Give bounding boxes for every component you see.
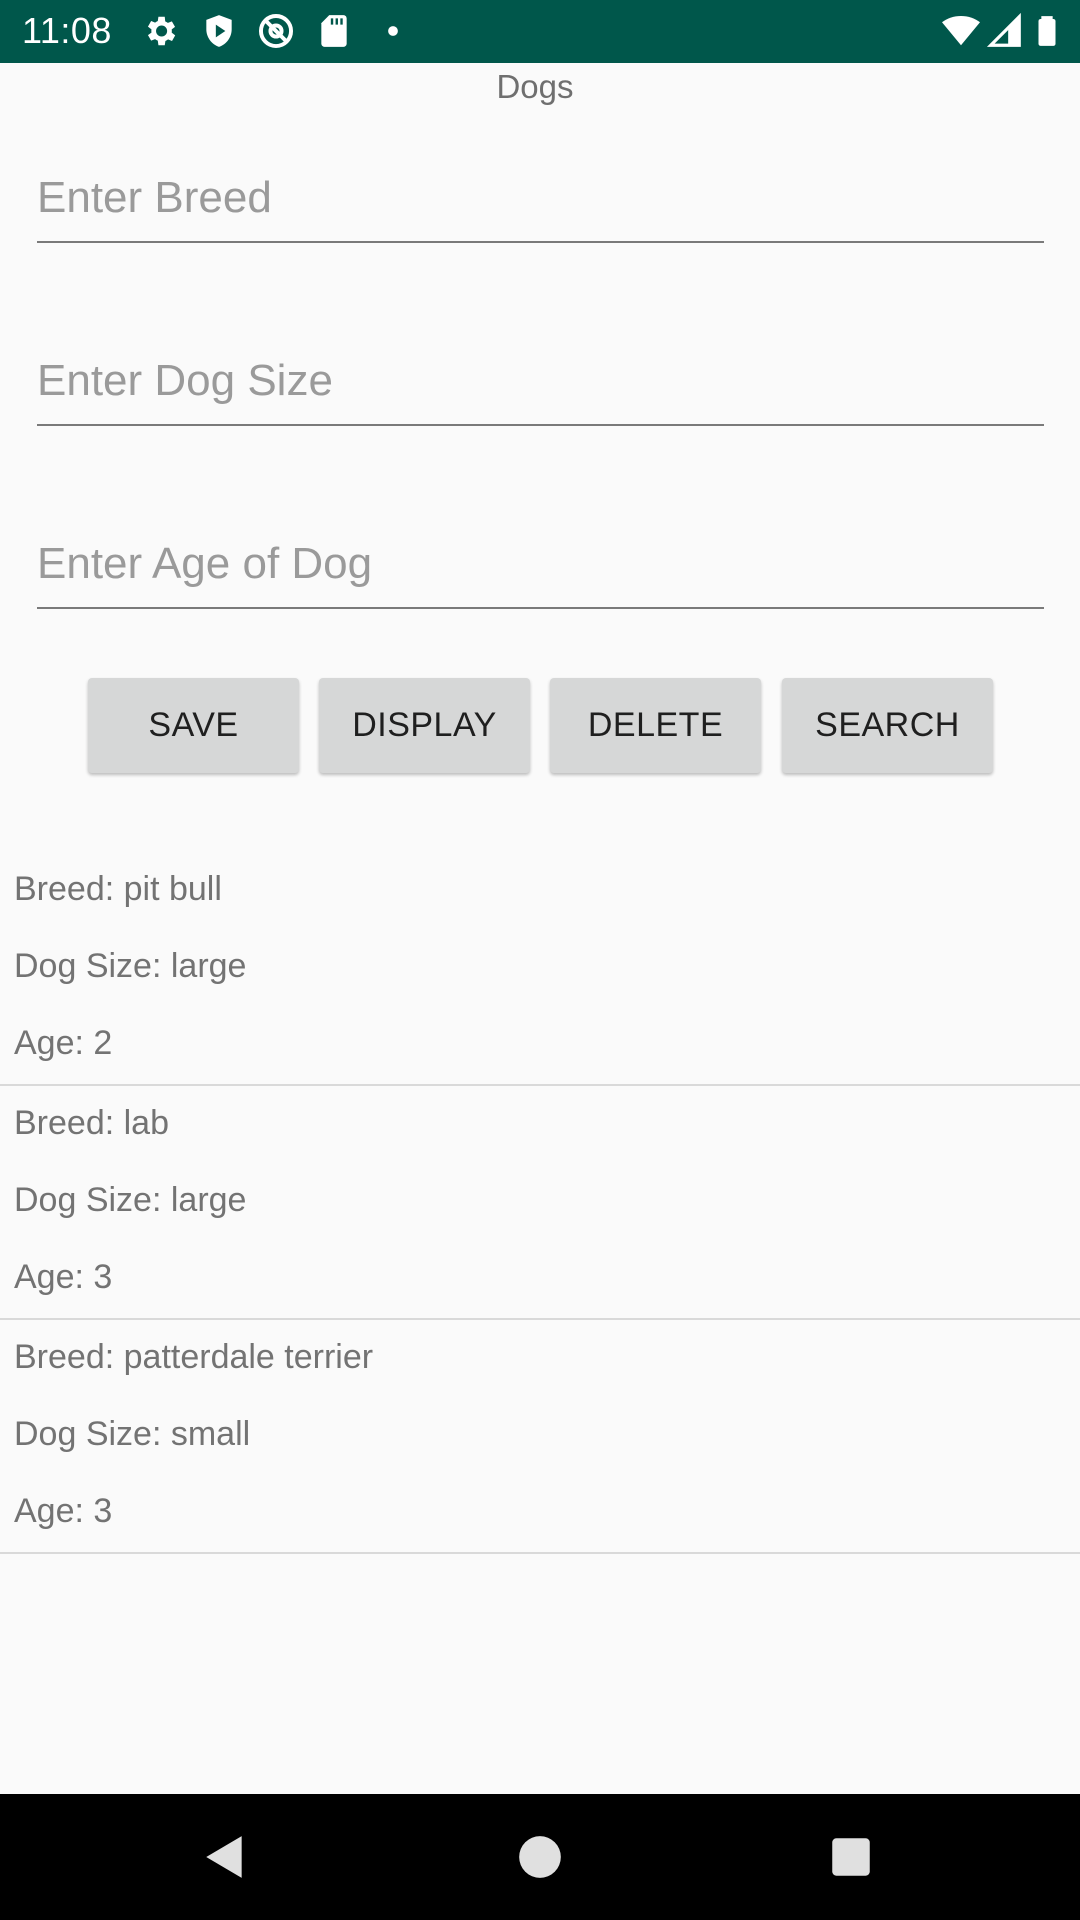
recents-icon[interactable] xyxy=(826,1832,876,1882)
list-item[interactable]: Breed: patterdale terrier Dog Size: smal… xyxy=(0,1320,1080,1554)
breed-input[interactable]: Enter Breed xyxy=(37,163,1044,243)
record-age: Age: 3 xyxy=(14,1258,113,1296)
display-button[interactable]: DISPLAY xyxy=(319,678,530,773)
app-content: Dogs Enter Breed Enter Dog Size Enter Ag… xyxy=(0,63,1080,1794)
record-age: Age: 3 xyxy=(14,1492,113,1530)
sd-card-icon xyxy=(315,12,353,50)
save-button[interactable]: SAVE xyxy=(88,678,299,773)
at-sign-icon xyxy=(257,12,295,50)
battery-icon xyxy=(1030,12,1064,50)
dot-icon xyxy=(380,12,406,50)
record-size: Dog Size: large xyxy=(14,947,247,985)
dog-size-input[interactable]: Enter Dog Size xyxy=(37,346,1044,426)
record-size: Dog Size: large xyxy=(14,1181,247,1219)
record-breed: Breed: lab xyxy=(14,1104,169,1142)
shield-icon xyxy=(200,12,238,50)
record-breed: Breed: patterdale terrier xyxy=(14,1338,374,1376)
list-item[interactable]: Breed: lab Dog Size: large Age: 3 xyxy=(0,1086,1080,1320)
record-size: Dog Size: small xyxy=(14,1415,251,1453)
status-bar: 11:08 xyxy=(0,0,1080,63)
wifi-icon xyxy=(942,12,980,50)
delete-button[interactable]: DELETE xyxy=(550,678,761,773)
list-item[interactable]: Breed: pit bull Dog Size: large Age: 2 xyxy=(0,852,1080,1086)
search-button[interactable]: SEARCH xyxy=(782,678,993,773)
navigation-bar xyxy=(0,1794,1080,1920)
record-age: Age: 2 xyxy=(14,1024,113,1062)
back-icon[interactable] xyxy=(200,1832,250,1882)
record-breed: Breed: pit bull xyxy=(14,870,222,908)
home-icon[interactable] xyxy=(515,1832,565,1882)
signal-icon xyxy=(986,12,1024,50)
status-time: 11:08 xyxy=(22,10,112,51)
page-title: Dogs xyxy=(496,68,574,105)
gear-icon xyxy=(141,12,179,50)
age-input[interactable]: Enter Age of Dog xyxy=(37,529,1044,609)
